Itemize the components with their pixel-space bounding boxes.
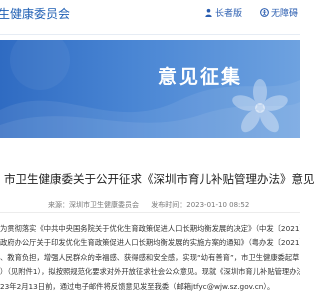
top-header: 卫生健康委员会 长者版 无障碍 bbox=[0, 0, 300, 40]
article-body: 为贯彻落实《中共中央国务院关于优化生育政策促进人口长期均衡发展的决定》（中发〔2… bbox=[0, 222, 300, 294]
article-title: 市卫生健康委关于公开征求《深圳市育儿补贴管理办法》意见 bbox=[4, 172, 315, 186]
article-meta: 来源：深圳市卫生健康委员会 发布时间：2023-01-10 08:52 bbox=[48, 200, 259, 210]
body-line-2: 政府办公厅关于印发优化生育政策促进人口长期均衡发展的实施方案的通知》（粤办发〔2… bbox=[0, 238, 300, 248]
flower-icon bbox=[232, 79, 288, 133]
site-title[interactable]: 卫生健康委员会 bbox=[0, 5, 70, 22]
banner: 意见征集 bbox=[0, 40, 300, 138]
body-line-3: 、教育负担，增强人民群众的幸福感、获得感和安全感，实现“幼有善育”，市卫生健康委… bbox=[0, 252, 300, 262]
meta-publish-time: 发布时间：2023-01-10 08:52 bbox=[151, 201, 250, 209]
body-line-4: ）（见附件1），拟按照规范化要求对外开放征求社会公众意见。现就《深圳市育儿补贴管… bbox=[0, 267, 300, 277]
meta-source: 来源：深圳市卫生健康委员会 bbox=[48, 201, 139, 209]
elder-mode-link[interactable]: 长者版 bbox=[204, 6, 242, 19]
elder-icon bbox=[205, 8, 212, 17]
accessibility-label: 无障碍 bbox=[271, 9, 299, 19]
body-line-5: 23年2月13日前，通过电子邮件将反馈意见发至我委（邮箱jtfyc@wjw.sz… bbox=[0, 281, 275, 291]
meta-divider bbox=[0, 212, 300, 213]
header-divider bbox=[0, 34, 300, 35]
body-line-1: 为贯彻落实《中共中央国务院关于优化生育政策促进人口长期均衡发展的决定》（中发〔2… bbox=[0, 224, 300, 233]
elder-mode-label: 长者版 bbox=[215, 9, 243, 19]
accessibility-icon bbox=[260, 8, 269, 17]
accessibility-link[interactable]: 无障碍 bbox=[260, 6, 298, 19]
